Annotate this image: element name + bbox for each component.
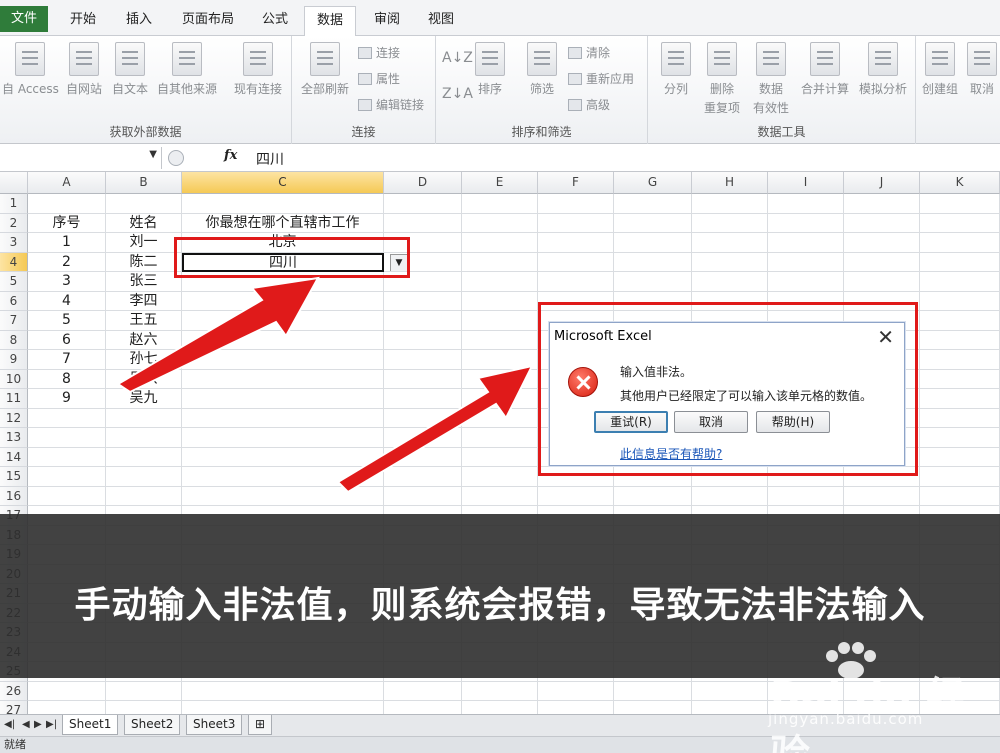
dialog-title: Microsoft Excel	[554, 329, 652, 344]
cancel-button[interactable]: 取消	[674, 411, 748, 433]
error-dialog: Microsoft Excel ✕ 输入值非法。 其他用户已经限定了可以输入该单…	[549, 322, 905, 466]
prev-sheet-icon[interactable]: ◀	[22, 719, 30, 730]
help-button[interactable]: 帮助(H)	[756, 411, 830, 433]
caption-text: 手动输入非法值，则系统会报错，导致无法非法输入	[74, 585, 926, 626]
status-text: 就绪	[4, 738, 26, 751]
first-sheet-icon[interactable]: ◀|	[4, 719, 15, 730]
retry-button[interactable]: 重试(R)	[594, 411, 668, 433]
arrow-to-dialog	[336, 364, 534, 494]
insert-sheet-icon[interactable]: ⊞	[248, 715, 272, 735]
sheet-tab-3[interactable]: Sheet3	[186, 715, 243, 735]
next-sheet-icon[interactable]: ▶	[34, 719, 42, 730]
last-sheet-icon[interactable]: ▶|	[46, 719, 57, 730]
baidu-watermark: Bai du 经验 jingyan.baidu.com	[752, 640, 992, 753]
watermark-brand: Bai du 经验	[770, 674, 967, 753]
arrow-to-cell	[116, 276, 320, 394]
dialog-message-main: 输入值非法。	[620, 365, 693, 379]
feedback-link[interactable]: 此信息是否有帮助?	[620, 445, 722, 462]
sheet-tab-1[interactable]: Sheet1	[62, 715, 119, 735]
dialog-message-detail: 其他用户已经限定了可以输入该单元格的数值。	[620, 389, 873, 403]
watermark-url: jingyan.baidu.com	[768, 710, 924, 728]
sheet-tab-2[interactable]: Sheet2	[124, 715, 181, 735]
error-icon	[568, 367, 598, 397]
close-icon[interactable]: ✕	[877, 325, 894, 349]
